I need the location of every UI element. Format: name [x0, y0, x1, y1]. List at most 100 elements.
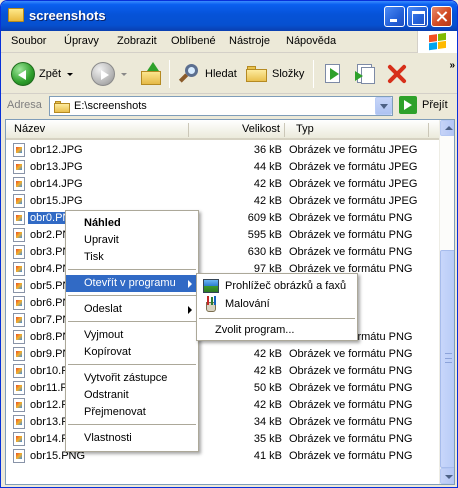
image-file-icon	[13, 245, 25, 259]
image-file-icon	[13, 177, 25, 191]
scroll-up-icon[interactable]	[440, 120, 454, 136]
column-name[interactable]: Název	[14, 123, 45, 137]
maximize-button[interactable]	[407, 6, 428, 27]
back-button[interactable]: Zpět	[11, 58, 74, 90]
image-file-icon	[13, 160, 25, 174]
image-file-icon	[13, 432, 25, 446]
submenu-item-image-viewer[interactable]: Prohlížeč obrázků a faxů	[197, 278, 357, 296]
image-file-icon	[13, 262, 25, 276]
table-row[interactable]: obr15.JPG 42 kB Obrázek ve formátu JPEG	[6, 193, 439, 210]
submenu-item-paint[interactable]: Malování	[197, 296, 357, 314]
column-divider[interactable]	[284, 123, 285, 137]
file-type: Obrázek ve formátu PNG	[289, 348, 413, 360]
go-label: Přejít	[422, 99, 448, 111]
file-type: Obrázek ve formátu PNG	[289, 382, 413, 394]
scroll-down-icon[interactable]	[440, 468, 454, 484]
file-type: Obrázek ve formátu JPEG	[289, 178, 418, 190]
address-value: E:\screenshots	[74, 100, 147, 112]
menu-item-nahled[interactable]: Náhled	[66, 215, 198, 232]
scrollbar-thumb[interactable]	[440, 250, 454, 468]
title-bar[interactable]: screenshots	[1, 1, 457, 31]
folders-icon	[246, 65, 268, 83]
file-size: 41 kB	[253, 450, 282, 462]
menu-separator	[199, 318, 355, 319]
folder-icon	[8, 8, 24, 22]
open-with-submenu: Prohlížeč obrázků a faxů Malování Zvolit…	[196, 273, 358, 341]
up-folder-button[interactable]	[141, 58, 163, 90]
file-type: Obrázek ve formátu PNG	[289, 399, 413, 411]
search-label: Hledat	[205, 68, 237, 80]
copy-to-button[interactable]	[353, 58, 377, 90]
menu-nastroje[interactable]: Nástroje	[229, 35, 270, 47]
menu-item-rename[interactable]: Přejmenovat	[66, 404, 198, 421]
menu-item-delete[interactable]: Odstranit	[66, 387, 198, 404]
file-size: 42 kB	[253, 178, 282, 190]
context-menu: Náhled Upravit Tisk Otevřít v programu O…	[65, 210, 199, 452]
delete-button[interactable]	[385, 58, 409, 90]
menu-item-tisk[interactable]: Tisk	[66, 249, 198, 266]
table-row[interactable]: obr12.JPG 36 kB Obrázek ve formátu JPEG	[6, 142, 439, 159]
menu-separator	[68, 364, 196, 365]
go-button[interactable]: Přejít	[399, 96, 448, 114]
address-input[interactable]: E:\screenshots	[49, 96, 393, 116]
image-file-icon	[13, 364, 25, 378]
vertical-scrollbar[interactable]	[439, 120, 454, 484]
back-dropdown-icon[interactable]	[67, 72, 74, 76]
explorer-window: screenshots Soubor Úpravy Zobrazit Oblíb…	[0, 0, 458, 488]
address-bar: Adresa E:\screenshots Přejít	[1, 95, 457, 117]
windows-flag-icon	[429, 32, 447, 51]
image-file-icon	[13, 194, 25, 208]
menu-upravy[interactable]: Úpravy	[64, 35, 99, 47]
menu-item-upravit[interactable]: Upravit	[66, 232, 198, 249]
minimize-button[interactable]	[384, 6, 405, 27]
file-type: Obrázek ve formátu JPEG	[289, 195, 418, 207]
column-divider[interactable]	[428, 123, 429, 137]
menu-item-open-with[interactable]: Otevřít v programu	[66, 275, 198, 292]
back-label: Zpět	[39, 68, 62, 80]
image-file-icon	[13, 398, 25, 412]
search-button[interactable]: Hledat	[177, 58, 237, 90]
menu-item-properties[interactable]: Vlastnosti	[66, 430, 198, 447]
address-folder-icon	[54, 100, 70, 113]
image-file-icon	[13, 347, 25, 361]
file-type: Obrázek ve formátu JPEG	[289, 161, 418, 173]
menu-item-send-to[interactable]: Odeslat	[66, 301, 198, 318]
file-name: obr14.JPG	[30, 178, 83, 190]
column-divider[interactable]	[188, 123, 189, 137]
close-button[interactable]	[431, 6, 452, 27]
menu-soubor[interactable]: Soubor	[11, 35, 46, 47]
menu-item-copy[interactable]: Kopírovat	[66, 344, 198, 361]
menu-item-create-shortcut[interactable]: Vytvořit zástupce	[66, 370, 198, 387]
paint-icon	[204, 296, 218, 312]
forward-button[interactable]	[91, 58, 127, 90]
file-size: 42 kB	[253, 365, 282, 377]
folders-label: Složky	[272, 68, 305, 80]
toolbar: Zpět Hledat Složky »	[1, 54, 457, 94]
table-row[interactable]: obr13.JPG 44 kB Obrázek ve formátu JPEG	[6, 159, 439, 176]
submenu-item-choose-program[interactable]: Zvolit program...	[197, 322, 357, 339]
toolbar-separator	[313, 60, 314, 88]
image-file-icon	[13, 211, 25, 225]
table-row[interactable]: obr14.JPG 42 kB Obrázek ve formátu JPEG	[6, 176, 439, 193]
image-file-icon	[13, 381, 25, 395]
move-to-button[interactable]	[321, 58, 345, 90]
toolbar-separator	[169, 60, 170, 88]
toolbar-chevron-icon[interactable]: »	[449, 60, 454, 71]
menu-item-cut[interactable]: Vyjmout	[66, 327, 198, 344]
file-type: Obrázek ve formátu PNG	[289, 212, 413, 224]
column-type[interactable]: Typ	[296, 123, 314, 137]
image-file-icon	[13, 449, 25, 463]
file-size: 595 kB	[247, 229, 282, 241]
folders-button[interactable]: Složky	[246, 58, 304, 90]
image-file-icon	[13, 228, 25, 242]
address-dropdown-icon[interactable]	[375, 97, 392, 115]
forward-arrow-icon	[91, 62, 115, 86]
menu-zobrazit[interactable]: Zobrazit	[117, 35, 157, 47]
menu-oblibene[interactable]: Oblíbené	[171, 35, 216, 47]
file-size: 35 kB	[253, 433, 282, 445]
column-size[interactable]: Velikost	[242, 123, 280, 137]
submenu-arrow-icon	[188, 306, 192, 314]
delete-icon	[385, 62, 409, 86]
forward-dropdown-icon[interactable]	[121, 72, 127, 76]
menu-napoveda[interactable]: Nápověda	[286, 35, 336, 47]
